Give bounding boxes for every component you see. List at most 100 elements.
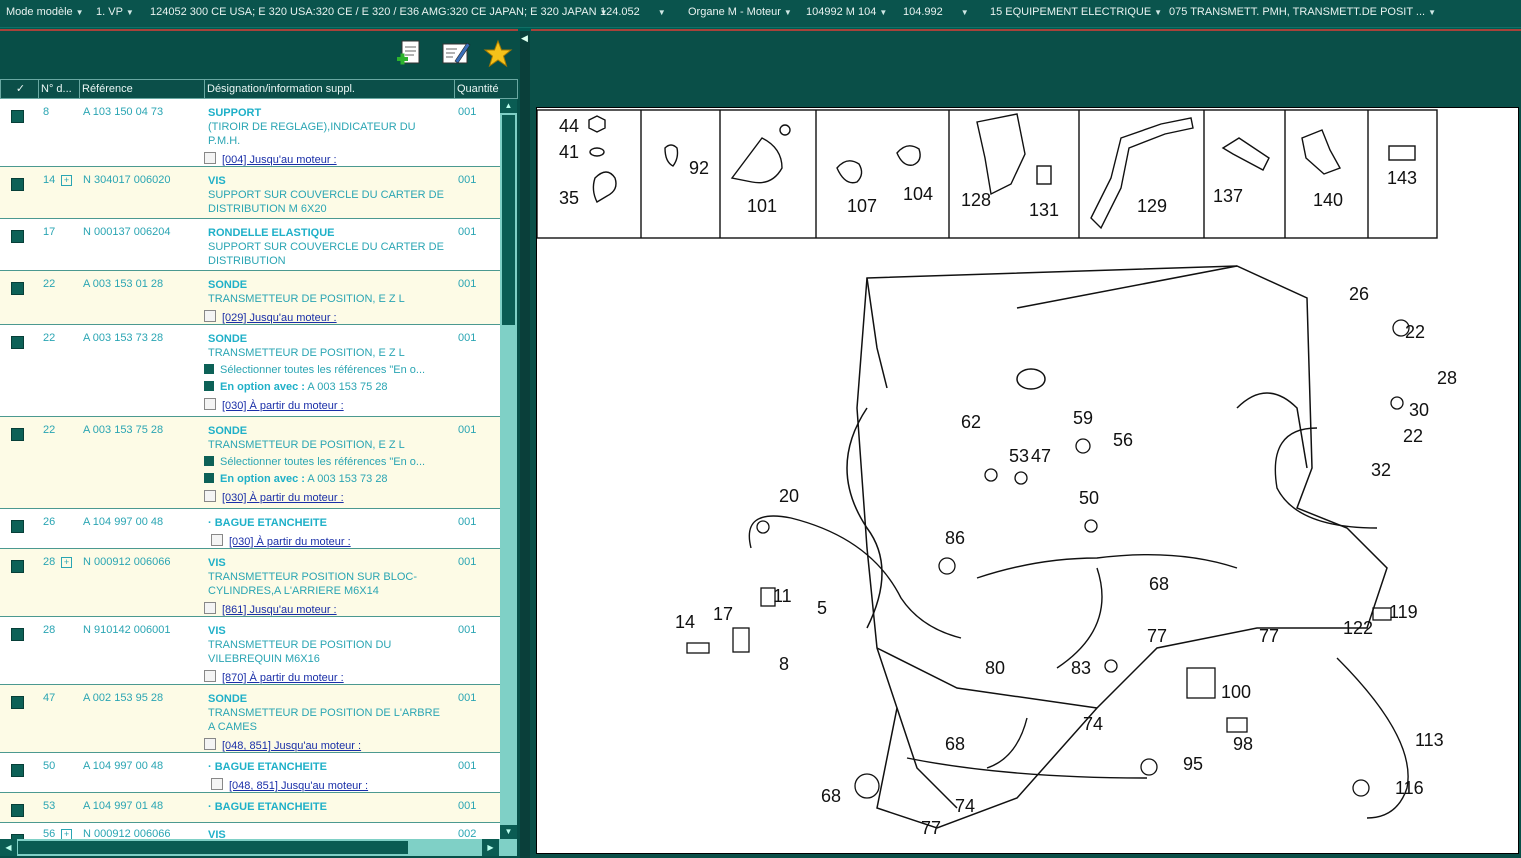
callout-68c[interactable]: 68 <box>821 786 841 806</box>
engine-range-note[interactable]: [861] Jusqu'au moteur : <box>204 602 337 616</box>
callout-86[interactable]: 86 <box>945 528 965 548</box>
callout-22[interactable]: 22 <box>1405 322 1425 342</box>
scrollbar-thumb[interactable] <box>18 841 408 854</box>
expand-icon[interactable]: + <box>61 557 72 568</box>
callout-14[interactable]: 14 <box>675 612 695 632</box>
row-checkbox[interactable] <box>11 178 24 191</box>
breadcrumb-vp[interactable]: 1. VP ▼ <box>96 6 134 18</box>
row-checkbox[interactable] <box>11 428 24 441</box>
callout-129[interactable]: 129 <box>1137 196 1167 216</box>
callout-119[interactable]: 119 <box>1389 602 1418 622</box>
callout-137[interactable]: 137 <box>1213 186 1243 206</box>
callout-32[interactable]: 32 <box>1371 460 1391 480</box>
select-all-option-link[interactable]: Sélectionner toutes les références "En o… <box>204 364 425 376</box>
callout-50[interactable]: 50 <box>1079 488 1099 508</box>
edit-list-icon[interactable] <box>441 39 471 69</box>
option-checkbox[interactable] <box>204 381 214 391</box>
row-reference[interactable]: A 104 997 01 48 <box>83 800 163 812</box>
horizontal-scrollbar[interactable]: ◀ ▶ <box>0 839 517 856</box>
row-reference[interactable]: A 003 153 73 28 <box>83 332 163 344</box>
select-all-option-link[interactable]: Sélectionner toutes les références "En o… <box>204 456 425 468</box>
engine-range-note[interactable]: [030] À partir du moteur : <box>204 398 344 412</box>
callout-113[interactable]: 113 <box>1415 730 1444 750</box>
breadcrumb-organe[interactable]: Organe M - Moteur ▼ <box>688 6 792 18</box>
callout-68b[interactable]: 68 <box>945 734 965 754</box>
table-row[interactable]: 53 A 104 997 01 48 · BAGUE ETANCHEITE 00… <box>0 793 500 823</box>
select-all-checkbox[interactable] <box>204 456 214 466</box>
callout-41[interactable]: 41 <box>559 142 579 162</box>
vertical-scrollbar[interactable]: ▲ ▼ <box>500 99 517 839</box>
row-reference[interactable]: N 000137 006204 <box>83 226 170 238</box>
table-row[interactable]: 50 A 104 997 00 48 · BAGUE ETANCHEITE 00… <box>0 753 500 793</box>
callout-62[interactable]: 62 <box>961 412 981 432</box>
table-row[interactable]: 8 A 103 150 04 73 SUPPORT (TIROIR DE REGL… <box>0 99 500 167</box>
callout-26[interactable]: 26 <box>1349 284 1369 304</box>
callout-80[interactable]: 80 <box>985 658 1005 678</box>
scrollbar-thumb[interactable] <box>502 115 515 325</box>
row-checkbox[interactable] <box>11 282 24 295</box>
row-checkbox[interactable] <box>11 520 24 533</box>
column-header-designation[interactable]: Désignation/information suppl. <box>205 80 455 98</box>
breadcrumb-engine-code[interactable]: 104.992 ▼ <box>903 6 969 18</box>
row-reference[interactable]: A 003 153 75 28 <box>83 424 163 436</box>
row-reference[interactable]: A 002 153 95 28 <box>83 692 163 704</box>
callout-30[interactable]: 30 <box>1409 400 1429 420</box>
table-row[interactable]: 22 A 003 153 73 28 SONDE TRANSMETTEUR DE … <box>0 325 500 417</box>
callout-8[interactable]: 8 <box>779 654 789 674</box>
callout-77c[interactable]: 77 <box>921 818 941 838</box>
callout-74b[interactable]: 74 <box>955 796 975 816</box>
table-row[interactable]: 14 + N 304017 006020 VIS SUPPORT SUR COUV… <box>0 167 500 219</box>
row-reference[interactable]: A 104 997 00 48 <box>83 760 163 772</box>
column-header-number[interactable]: N° d... <box>39 80 80 98</box>
callout-56[interactable]: 56 <box>1113 430 1133 450</box>
table-row[interactable]: 47 A 002 153 95 28 SONDE TRANSMETTEUR DE … <box>0 685 500 753</box>
row-checkbox[interactable] <box>11 110 24 123</box>
row-checkbox[interactable] <box>11 230 24 243</box>
callout-107[interactable]: 107 <box>847 196 877 216</box>
callout-77[interactable]: 77 <box>1147 626 1167 646</box>
row-reference[interactable]: N 000912 006066 <box>83 556 170 568</box>
row-checkbox[interactable] <box>11 560 24 573</box>
callout-5[interactable]: 5 <box>817 598 827 618</box>
table-row[interactable]: 17 N 000137 006204 RONDELLE ELASTIQUE SUP… <box>0 219 500 271</box>
callout-104[interactable]: 104 <box>903 184 933 204</box>
column-header-reference[interactable]: Référence <box>80 80 205 98</box>
exploded-parts-drawing[interactable]: 44 41 35 92 101 107 104 128 131 129 137 … <box>536 107 1519 854</box>
scroll-right-arrow-icon[interactable]: ▶ <box>482 839 499 856</box>
callout-122[interactable]: 122 <box>1343 618 1373 638</box>
callout-95[interactable]: 95 <box>1183 754 1203 774</box>
scroll-down-arrow-icon[interactable]: ▼ <box>500 825 517 839</box>
row-checkbox[interactable] <box>11 696 24 709</box>
callout-143[interactable]: 143 <box>1387 168 1417 188</box>
engine-range-note[interactable]: [048, 851] Jusqu'au moteur : <box>204 738 361 752</box>
select-all-checkbox[interactable] <box>204 364 214 374</box>
callout-83[interactable]: 83 <box>1071 658 1091 678</box>
row-reference[interactable]: A 003 153 01 28 <box>83 278 163 290</box>
callout-92[interactable]: 92 <box>689 158 709 178</box>
engine-range-note[interactable]: [030] À partir du moteur : <box>204 490 344 504</box>
row-reference[interactable]: A 103 150 04 73 <box>83 106 163 118</box>
engine-range-note[interactable]: [048, 851] Jusqu'au moteur : <box>211 778 368 792</box>
expand-icon[interactable]: + <box>61 829 72 839</box>
scroll-left-arrow-icon[interactable]: ◀ <box>0 839 17 856</box>
add-document-icon[interactable] <box>396 39 426 69</box>
table-row[interactable]: 22 A 003 153 01 28 SONDE TRANSMETTEUR DE … <box>0 271 500 325</box>
engine-range-note[interactable]: [029] Jusqu'au moteur : <box>204 310 337 324</box>
table-row[interactable]: 26 A 104 997 00 48 · BAGUE ETANCHEITE 00… <box>0 509 500 549</box>
breadcrumb-engine[interactable]: 104992 M 104 ▼ <box>806 6 887 18</box>
breadcrumb-model-code[interactable]: 124.052 ▼ <box>600 6 666 18</box>
scroll-up-arrow-icon[interactable]: ▲ <box>500 99 517 113</box>
breadcrumb-group[interactable]: 15 EQUIPEMENT ELECTRIQUE ▼ <box>990 6 1162 18</box>
callout-128[interactable]: 128 <box>961 190 991 210</box>
callout-20[interactable]: 20 <box>779 486 799 506</box>
row-reference[interactable]: A 104 997 00 48 <box>83 516 163 528</box>
callout-131[interactable]: 131 <box>1029 200 1059 220</box>
panel-splitter[interactable]: ◀ <box>520 31 530 858</box>
row-checkbox[interactable] <box>11 804 24 817</box>
callout-22b[interactable]: 22 <box>1403 426 1423 446</box>
callout-28[interactable]: 28 <box>1437 368 1457 388</box>
row-checkbox[interactable] <box>11 764 24 777</box>
callout-17[interactable]: 17 <box>713 604 733 624</box>
favorite-star-icon[interactable] <box>483 39 513 69</box>
row-reference[interactable]: N 000912 006066 <box>83 828 170 839</box>
